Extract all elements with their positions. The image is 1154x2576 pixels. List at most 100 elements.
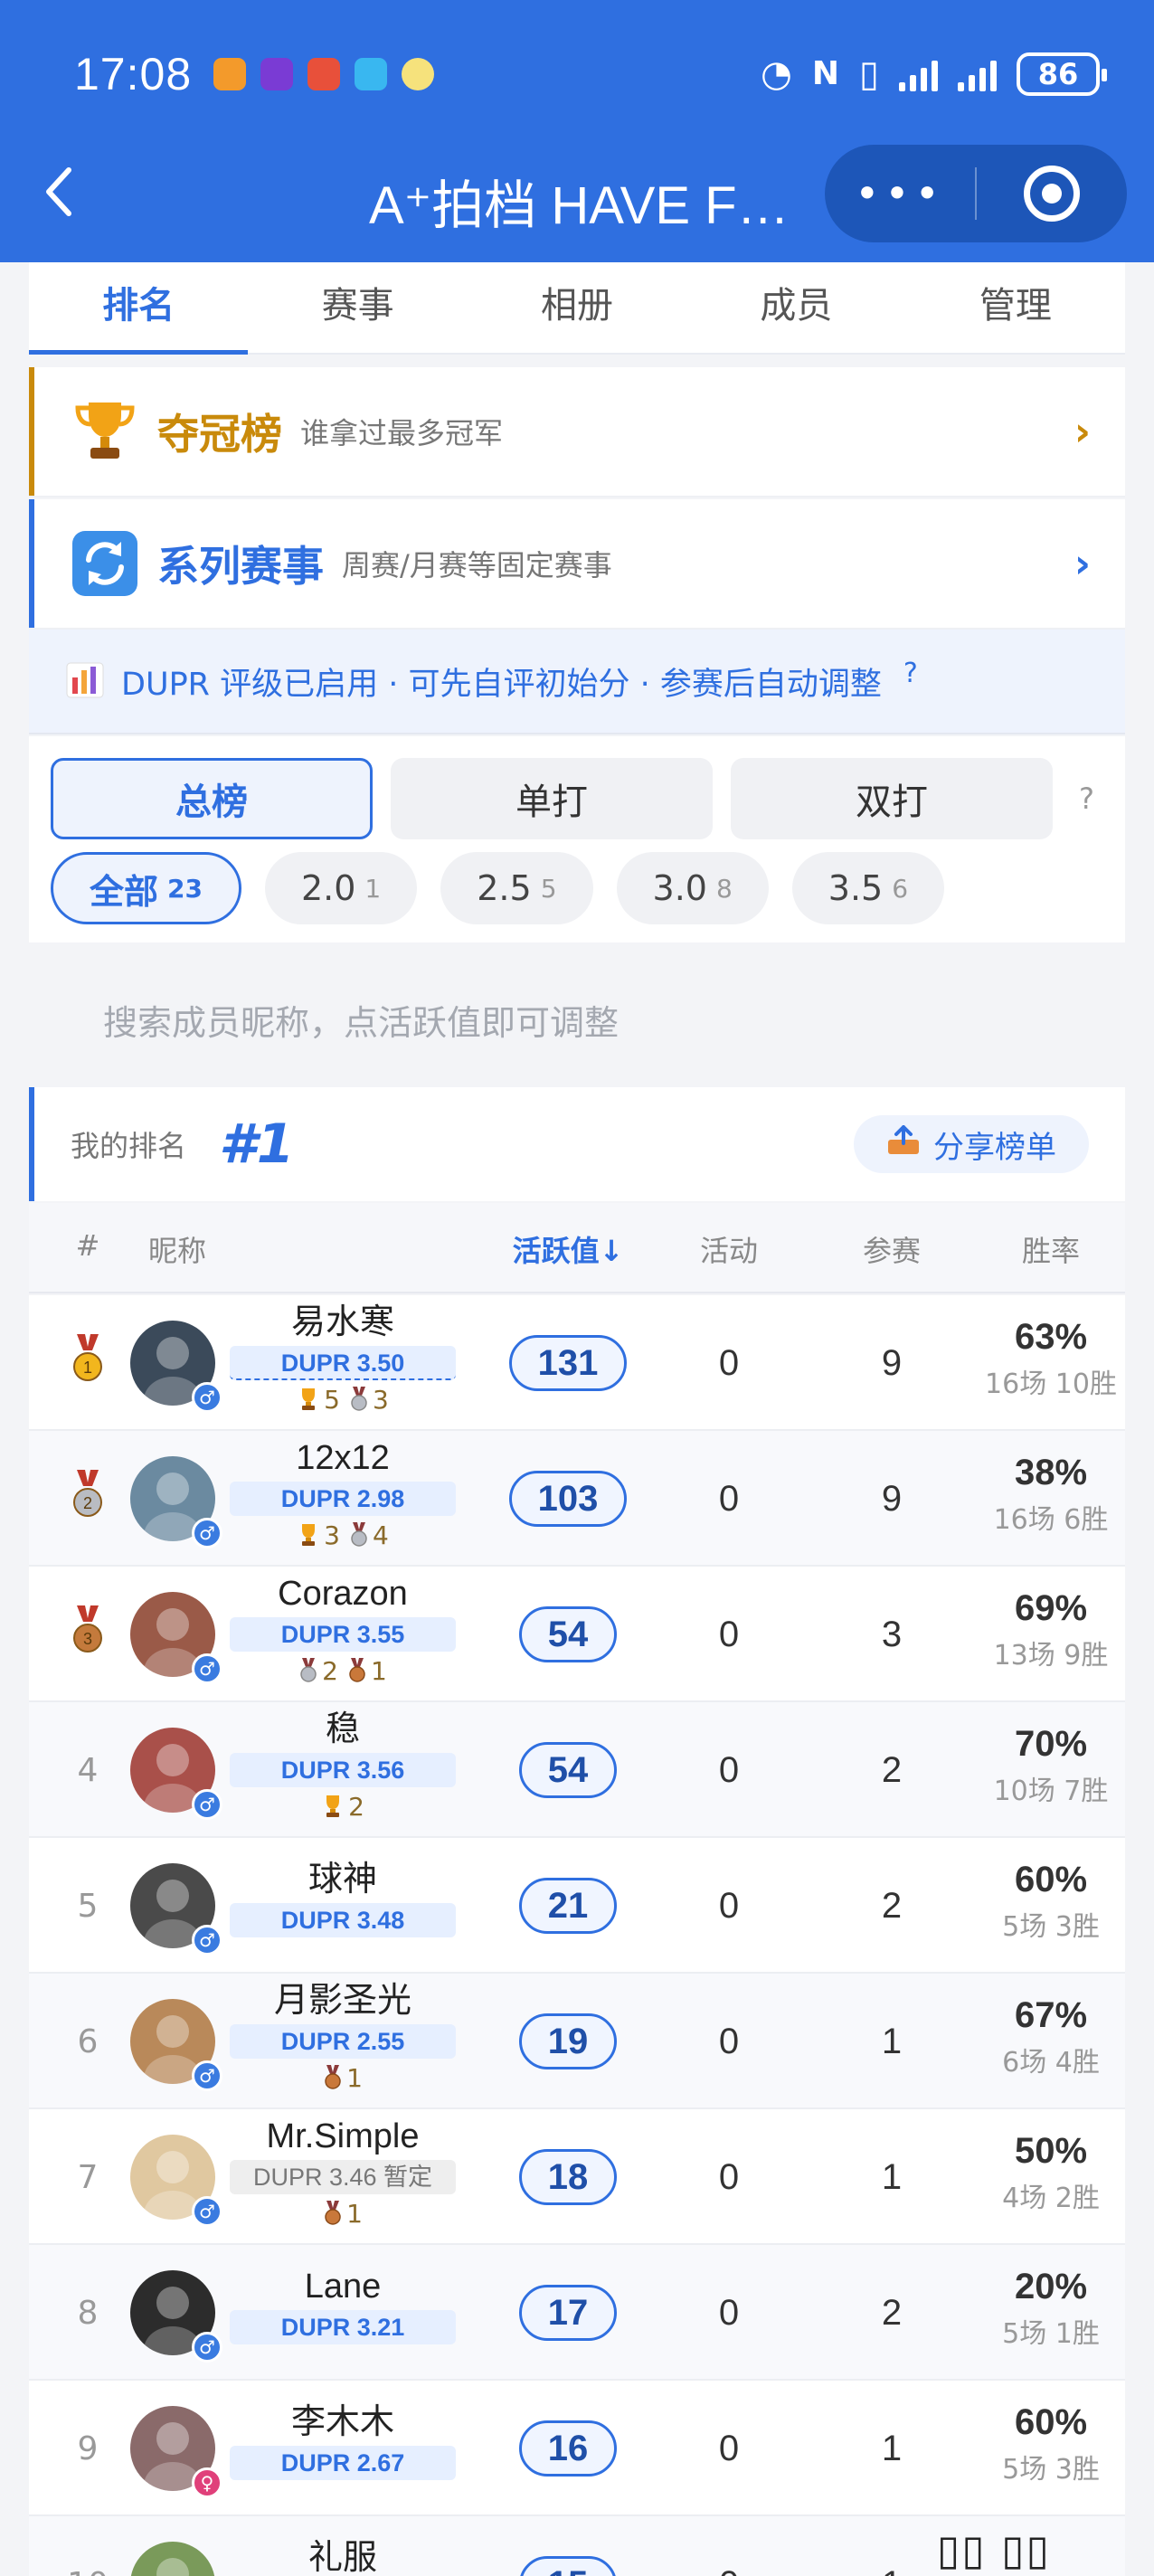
rank-medal-icon: 2 [70,1469,106,1529]
more-dots-icon[interactable]: ••• [825,169,975,218]
chip-count: 1 [364,873,382,904]
player-name[interactable]: 礼服 [230,2538,456,2576]
medal-count: 1 [346,2198,363,2229]
table-row[interactable]: 8 ♂ Lane DUPR 3.21 17 0 2 20% 5场 1胜 [29,2245,1125,2381]
matches-count: 2 [881,1885,903,1926]
matches-count: 1 [881,2428,903,2468]
rank-cell: 1 [29,1295,147,1431]
chip-3-0[interactable]: 3.0 8 [616,852,769,924]
rank-cell: 8 [29,2245,147,2381]
player-name[interactable]: Lane [230,2267,456,2306]
chip-2-5[interactable]: 2.5 5 [440,852,593,924]
chevron-left-icon[interactable] [42,165,96,219]
male-icon: ♂ [192,1653,222,1684]
matches-count: 9 [881,1342,903,1383]
share-ranking-button[interactable]: 分享榜单 [854,1115,1089,1173]
rank-medal-icon: 1 [70,1333,106,1393]
match-record: 16场 6胜 [993,1504,1109,1536]
chip-all[interactable]: 全部 23 [51,852,241,924]
segment-overall[interactable]: 总榜 [51,758,373,839]
events-count: 0 [718,2021,740,2061]
win-rate-cell: 63% 16场 10胜 [942,1317,1154,1401]
table-row[interactable]: 9 ♀ 李木木 DUPR 2.67 16 0 1 60% 5场 3胜 [29,2381,1125,2516]
table-row[interactable]: 5 ♂ 球神 DUPR 3.48 21 0 2 60% 5场 3胜 [29,1838,1125,1974]
player-name[interactable]: 李木木 [230,2402,456,2442]
tab-album[interactable]: 相册 [468,262,686,353]
chip-3-5[interactable]: 3.5 6 [791,852,945,924]
table-row[interactable]: 6 ♂ 月影圣光 DUPR 2.55 1 19 0 1 67% 6场 4胜 [29,1974,1125,2109]
player-name-block: 12x12 DUPR 2.98 3 4 [230,1431,456,1550]
tab-members[interactable]: 成员 [686,262,905,353]
nav-bar: A⁺拍档 HAVE F… ••• [0,145,1154,244]
series-events-link[interactable]: 系列赛事 周赛/月赛等固定赛事 › [29,499,1125,630]
chip-label: 全部 [90,871,159,912]
activity-score-button[interactable]: 19 [519,2013,617,2069]
rank-cell: 9 [29,2381,147,2516]
bank-notification-icon [260,58,294,90]
medal-count: 1 [346,2062,363,2093]
win-percentage: 63% [1014,1317,1088,1357]
table-row[interactable]: 4 ♂ 稳 DUPR 3.56 2 54 0 2 70% 10场 7胜 [29,1702,1125,1838]
rank-number: 6 [77,2022,99,2060]
series-subtitle: 周赛/月赛等固定赛事 [342,548,612,582]
events-count: 0 [718,1478,740,1519]
player-name[interactable]: 稳 [230,1709,456,1749]
activity-score-button[interactable]: 16 [519,2420,617,2477]
female-icon: ♀ [192,2467,222,2498]
medal-counts: 34 [230,1520,456,1550]
champions-board-link[interactable]: 夺冠榜 谁拿过最多冠军 › [29,367,1125,497]
player-name-block: Lane DUPR 3.21 [230,2259,456,2344]
events-count: 0 [718,2428,740,2468]
win-percentage: 60% [1014,1860,1088,1899]
activity-score-button[interactable]: 103 [509,1471,627,1527]
player-name[interactable]: Mr.Simple [230,2117,456,2156]
player-name[interactable]: 球神 [230,1860,456,1899]
player-name[interactable]: 12x12 [230,1438,456,1478]
table-row[interactable]: 2 ♂ 12x12 DUPR 2.98 3 4 103 0 9 38% 16场 6胜 [29,1431,1125,1567]
activity-score-button[interactable]: 17 [519,2285,617,2341]
tab-manage[interactable]: 管理 [906,262,1125,353]
player-name[interactable]: 易水寒 [230,1302,456,1342]
col-activity-score[interactable]: 活跃值↓ [468,1228,667,1270]
dupr-rating-badge: DUPR 3.46 暂定 [230,2160,456,2194]
dupr-rating-badge: DUPR 3.55 [230,1617,456,1652]
win-rate-cell: 70% 10场 7胜 [942,1724,1154,1808]
table-row[interactable]: 3 ♂ Corazon DUPR 3.55 2 1 54 0 3 69% 13场 9胜 [29,1567,1125,1702]
medal-counts: 1 [230,2198,456,2229]
player-name[interactable]: 月影圣光 [230,1981,456,2021]
activity-score-button[interactable]: 131 [509,1335,627,1391]
rank-cell: 5 [29,1838,147,1974]
male-icon: ♂ [192,1925,222,1956]
medal-count: 2 [348,1791,364,1822]
signal-icon [899,57,938,91]
battery-level: 86 [1037,57,1079,91]
player-name-block: 月影圣光 DUPR 2.55 1 [230,1974,456,2093]
player-name-block: 李木木 DUPR 2.67 [230,2395,456,2480]
activity-score-button[interactable]: 18 [519,2149,617,2205]
table-row[interactable]: 7 ♂ Mr.Simple DUPR 3.46 暂定 1 18 0 1 50% 4场 2胜 [29,2109,1125,2245]
activity-score-button[interactable]: 15 [519,2556,617,2576]
repeat-icon [69,527,141,600]
activity-score-button[interactable]: 54 [519,1742,617,1798]
help-icon[interactable]: ? [1079,781,1094,816]
member-search-input[interactable]: 搜索成员昵称，点活跃值即可调整 [103,995,619,1045]
help-icon[interactable]: ? [903,658,918,689]
activity-score-button[interactable]: 54 [519,1606,617,1662]
dupr-rating-badge: DUPR 3.50 [230,1346,456,1380]
table-row[interactable]: 1 ♂ 易水寒 DUPR 3.50 5 3 131 0 9 63% 16场 10胜 [29,1295,1125,1431]
rank-number: 10 [67,2566,109,2576]
tab-ranking[interactable]: 排名 [29,262,249,355]
miniapp-capsule: ••• [825,145,1127,242]
medal-count: 3 [373,1384,389,1415]
system-icons: ◔ N ▯ 86 [761,52,1107,96]
close-miniapp-button[interactable] [977,166,1127,222]
events-count: 0 [718,2292,740,2333]
dupr-notice[interactable]: DUPR 评级已启用 · 可先自评初始分 · 参赛后自动调整 ? [29,630,1125,734]
svg-text:3: 3 [83,1630,92,1648]
segment-singles[interactable]: 单打 [391,758,713,839]
player-name[interactable]: Corazon [230,1574,456,1614]
segment-doubles[interactable]: 双打 [731,758,1053,839]
activity-score-button[interactable]: 21 [519,1878,617,1934]
chip-2-0[interactable]: 2.0 1 [264,852,418,924]
tab-events[interactable]: 赛事 [248,262,467,353]
